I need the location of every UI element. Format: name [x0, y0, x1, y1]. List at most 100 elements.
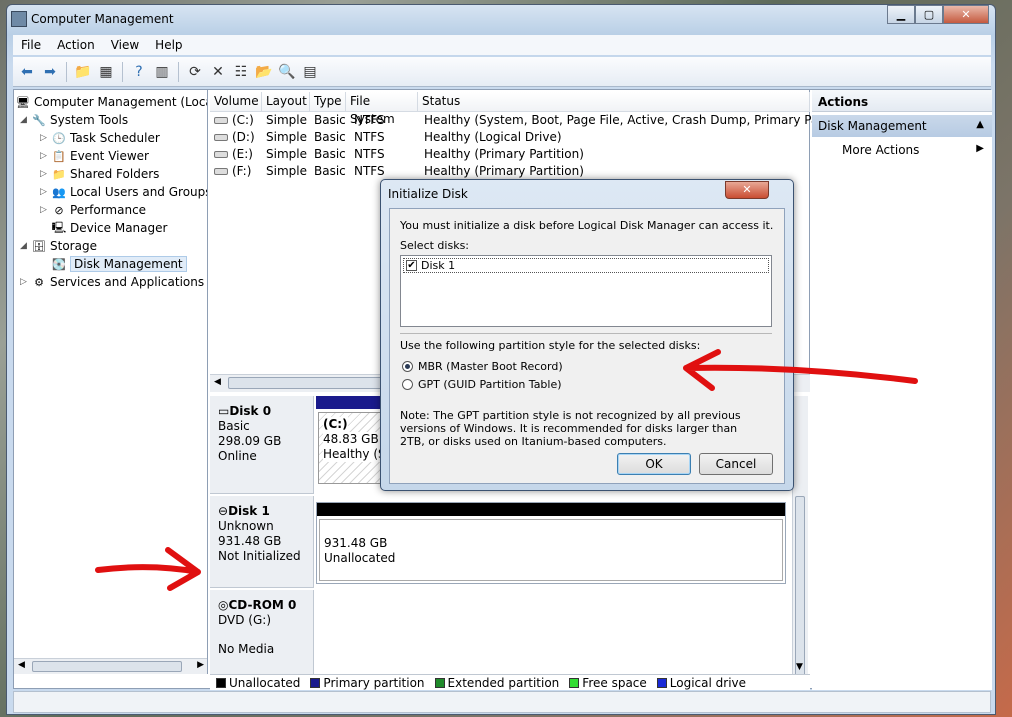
- device-icon: 🖳: [51, 220, 67, 234]
- clock-icon: 🕒: [52, 131, 66, 145]
- disk-1-partitions: 931.48 GB Unallocated: [316, 502, 786, 584]
- collapse-icon[interactable]: ◢: [20, 115, 32, 125]
- radio-selected-icon[interactable]: [402, 361, 413, 372]
- status-bar: [13, 691, 991, 713]
- performance-icon: ⊘: [54, 203, 64, 217]
- refresh-icon[interactable]: ⟳: [185, 62, 205, 82]
- folder-icon: 📁: [52, 167, 66, 181]
- disk-list-item[interactable]: ✔ Disk 1: [403, 258, 769, 273]
- scroll-left-icon[interactable]: ◀: [18, 660, 25, 670]
- disk-listbox[interactable]: ✔ Disk 1: [400, 255, 772, 327]
- tree-node-task-scheduler[interactable]: ▷ 🕒 Task Scheduler: [40, 129, 160, 147]
- menu-view[interactable]: View: [103, 38, 147, 52]
- expand-icon[interactable]: ▷: [40, 205, 52, 215]
- menu-action[interactable]: Action: [49, 38, 103, 52]
- mbr-radio[interactable]: MBR (Master Boot Record): [402, 360, 563, 373]
- expand-icon[interactable]: ▷: [40, 151, 52, 161]
- partition-style-label: Use the following partition style for th…: [400, 339, 701, 352]
- tree-node-disk-management[interactable]: 💽 Disk Management: [40, 255, 187, 273]
- gpt-radio[interactable]: GPT (GUID Partition Table): [402, 378, 562, 391]
- event-icon: 📋: [52, 149, 66, 163]
- disk-scroll-thumb[interactable]: [795, 496, 805, 676]
- menu-bar: File Action View Help: [13, 35, 991, 55]
- column-header-file-system[interactable]: File System: [346, 92, 418, 126]
- column-header-status[interactable]: Status: [418, 92, 810, 112]
- initialize-disk-dialog: Initialize Disk ✕ You must initialize a …: [380, 179, 794, 491]
- search-icon[interactable]: 🔍: [277, 62, 297, 82]
- table-row[interactable]: (C:) Simple Basic NTFS Healthy (System, …: [210, 113, 854, 130]
- help-icon[interactable]: ?: [129, 62, 149, 82]
- expand-icon[interactable]: ▷: [40, 169, 52, 179]
- open-icon[interactable]: 📂: [254, 62, 274, 82]
- disk-view-vertical-scrollbar[interactable]: ▼: [792, 396, 808, 676]
- up-folder-icon[interactable]: 📁: [73, 62, 93, 82]
- expand-icon[interactable]: ▷: [40, 133, 52, 143]
- properties-icon[interactable]: ☷: [231, 62, 251, 82]
- disk-error-icon: ⊖: [218, 504, 229, 518]
- tree-node-event-viewer[interactable]: ▷ 📋 Event Viewer: [40, 147, 149, 165]
- actions-pane: Actions Disk Management ▲ More Actions ▶: [812, 90, 992, 690]
- legend-swatch: [656, 677, 667, 688]
- tree-node-system-tools[interactable]: ◢ 🔧 System Tools: [20, 111, 128, 129]
- scroll-right-icon[interactable]: ▶: [197, 660, 204, 670]
- ok-button[interactable]: OK: [617, 453, 691, 475]
- table-row[interactable]: (E:) Simple Basic NTFS Healthy (Primary …: [210, 147, 810, 164]
- delete-icon[interactable]: ✕: [208, 62, 228, 82]
- actions-section-disk-management[interactable]: Disk Management ▲: [812, 115, 992, 137]
- disk-checkbox[interactable]: ✔: [406, 260, 417, 271]
- column-header-volume[interactable]: Volume: [210, 92, 262, 112]
- select-disks-label: Select disks:: [400, 239, 470, 252]
- cdrom-0-label[interactable]: ◎CD-ROM 0 DVD (G:) No Media: [210, 590, 314, 674]
- tree-node-storage[interactable]: ◢ 🗄 Storage: [20, 237, 97, 255]
- tree-node-local-users[interactable]: ▷ 👥 Local Users and Groups: [40, 183, 207, 201]
- expand-icon[interactable]: ▷: [20, 277, 32, 287]
- column-header-type[interactable]: Type: [310, 92, 346, 112]
- tree-horizontal-scrollbar[interactable]: ◀ ▶: [14, 658, 207, 674]
- dialog-body: You must initialize a disk before Logica…: [389, 208, 785, 484]
- tree-node-computer-management[interactable]: 🖥 Computer Management (Local: [16, 93, 207, 111]
- close-button[interactable]: ✕: [943, 5, 989, 24]
- minimize-button[interactable]: ▁: [887, 5, 915, 24]
- forward-icon[interactable]: ➡: [40, 62, 60, 82]
- table-row[interactable]: (D:) Simple Basic NTFS Healthy (Logical …: [210, 130, 810, 147]
- tree-node-services-applications[interactable]: ▷ ⚙ Services and Applications: [20, 273, 204, 291]
- cancel-button[interactable]: Cancel: [699, 453, 773, 475]
- drive-icon: [214, 151, 228, 158]
- expand-icon[interactable]: ▷: [40, 187, 52, 197]
- back-icon[interactable]: ⬅: [17, 62, 37, 82]
- scroll-left-icon[interactable]: ◀: [214, 377, 221, 387]
- legend-swatch: [569, 677, 580, 688]
- menu-file[interactable]: File: [13, 38, 49, 52]
- radio-unselected-icon[interactable]: [402, 379, 413, 390]
- users-icon: 👥: [52, 185, 66, 199]
- column-header-layout[interactable]: Layout: [262, 92, 310, 112]
- maximize-icon: ▢: [923, 8, 935, 21]
- submenu-arrow-icon: ▶: [976, 143, 984, 154]
- tree-node-shared-folders[interactable]: ▷ 📁 Shared Folders: [40, 165, 159, 183]
- volume-scroll-thumb[interactable]: [228, 377, 398, 389]
- show-hide-tree-icon[interactable]: ▦: [96, 62, 116, 82]
- settings-icon[interactable]: ▤: [300, 62, 320, 82]
- maximize-button[interactable]: ▢: [915, 5, 943, 24]
- cdrom-icon: ◎: [218, 598, 229, 612]
- app-icon: [11, 11, 27, 27]
- disk-0-label[interactable]: ▭Disk 0 Basic 298.09 GB Online: [210, 396, 314, 494]
- window-title: Computer Management: [31, 12, 174, 26]
- menu-help[interactable]: Help: [147, 38, 190, 52]
- disk-1-label[interactable]: ⊖Disk 1 Unknown 931.48 GB Not Initialize…: [210, 496, 314, 588]
- title-bar[interactable]: Computer Management ▁ ▢ ✕: [7, 5, 995, 33]
- computer-icon: 🖥: [16, 95, 30, 109]
- tree-node-performance[interactable]: ▷ ⊘ Performance: [40, 201, 146, 219]
- drive-icon: [214, 134, 228, 141]
- scroll-down-icon[interactable]: ▼: [796, 662, 803, 672]
- dialog-close-button[interactable]: ✕: [725, 181, 769, 199]
- more-actions-item[interactable]: More Actions ▶: [812, 137, 992, 157]
- collapse-icon[interactable]: ◢: [20, 241, 32, 251]
- tree-node-device-manager[interactable]: 🖳 Device Manager: [40, 219, 168, 237]
- collapse-up-icon[interactable]: ▲: [976, 119, 984, 130]
- legend-swatch: [434, 677, 445, 688]
- unallocated-partition[interactable]: 931.48 GB Unallocated: [319, 519, 783, 581]
- action-pane-icon[interactable]: ▥: [152, 62, 172, 82]
- disk-icon: 💽: [52, 257, 66, 271]
- tree-scroll-thumb[interactable]: [32, 661, 182, 672]
